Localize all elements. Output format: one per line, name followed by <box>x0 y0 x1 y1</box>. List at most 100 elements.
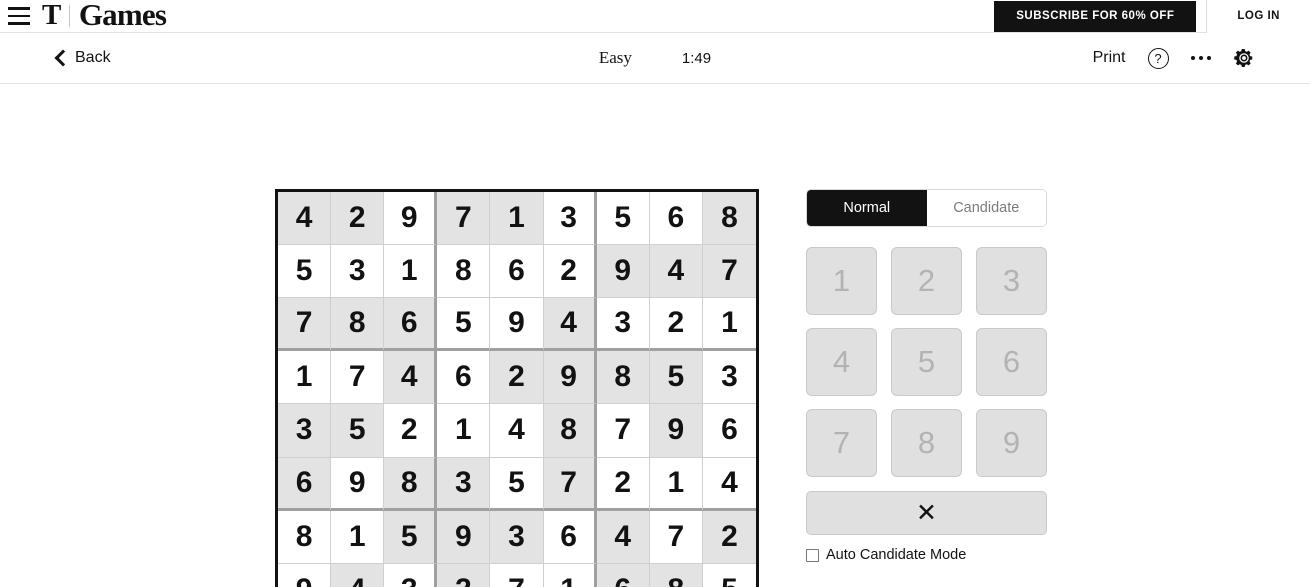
ellipsis-icon[interactable] <box>1190 48 1211 69</box>
sudoku-cell-r3c2[interactable]: 8 <box>331 298 385 352</box>
sudoku-cell-r7c3[interactable]: 5 <box>384 510 438 564</box>
number-button-7[interactable]: 7 <box>806 409 877 477</box>
sudoku-cell-r7c1[interactable]: 8 <box>278 510 332 564</box>
subscribe-button[interactable]: SUBSCRIBE FOR 60% OFF <box>994 0 1197 32</box>
sudoku-cell-r4c9[interactable]: 3 <box>702 351 756 405</box>
sudoku-cell-r3c3[interactable]: 6 <box>384 298 438 352</box>
sudoku-cell-r5c2[interactable]: 5 <box>331 404 385 458</box>
sudoku-cell-r8c3[interactable]: 3 <box>384 563 438 587</box>
hamburger-menu-icon[interactable] <box>2 0 36 33</box>
sudoku-cell-r2c5[interactable]: 6 <box>490 245 544 299</box>
sudoku-cell-r7c5[interactable]: 3 <box>490 510 544 564</box>
number-button-4[interactable]: 4 <box>806 328 877 396</box>
sudoku-cell-r6c8[interactable]: 1 <box>649 457 703 511</box>
sudoku-cell-r1c6[interactable]: 3 <box>543 192 597 246</box>
sudoku-cell-r3c6[interactable]: 4 <box>543 298 597 352</box>
sudoku-cell-r1c3[interactable]: 9 <box>384 192 438 246</box>
sudoku-cell-r3c4[interactable]: 5 <box>437 298 491 352</box>
number-button-9[interactable]: 9 <box>976 409 1047 477</box>
sudoku-cell-r4c2[interactable]: 7 <box>331 351 385 405</box>
sudoku-cell-r5c8[interactable]: 9 <box>649 404 703 458</box>
sudoku-cell-r8c6[interactable]: 1 <box>543 563 597 587</box>
sudoku-cell-r6c6[interactable]: 7 <box>543 457 597 511</box>
sudoku-cell-r6c3[interactable]: 8 <box>384 457 438 511</box>
sudoku-cell-r4c3[interactable]: 4 <box>384 351 438 405</box>
sudoku-cell-r8c7[interactable]: 6 <box>596 563 650 587</box>
sudoku-cell-r7c4[interactable]: 9 <box>437 510 491 564</box>
game-timer[interactable]: 1:49 <box>682 50 711 67</box>
gear-icon[interactable] <box>1233 47 1255 69</box>
sudoku-cell-r2c9[interactable]: 7 <box>702 245 756 299</box>
number-button-3[interactable]: 3 <box>976 247 1047 315</box>
sudoku-cell-r3c1[interactable]: 7 <box>278 298 332 352</box>
number-button-2[interactable]: 2 <box>891 247 962 315</box>
sudoku-cell-r2c4[interactable]: 8 <box>437 245 491 299</box>
sudoku-cell-r7c8[interactable]: 7 <box>649 510 703 564</box>
mode-normal-button[interactable]: Normal <box>807 190 927 226</box>
sudoku-cell-r5c7[interactable]: 7 <box>596 404 650 458</box>
sudoku-cell-r6c2[interactable]: 9 <box>331 457 385 511</box>
game-main: 4297135685318629477865943211746298533521… <box>0 84 1310 587</box>
sudoku-cell-r4c4[interactable]: 6 <box>437 351 491 405</box>
sudoku-cell-r2c8[interactable]: 4 <box>649 245 703 299</box>
sudoku-cell-r5c6[interactable]: 8 <box>543 404 597 458</box>
sudoku-board[interactable]: 4297135685318629477865943211746298533521… <box>275 189 759 587</box>
sudoku-cell-r5c1[interactable]: 3 <box>278 404 332 458</box>
sudoku-cell-r2c3[interactable]: 1 <box>384 245 438 299</box>
sudoku-cell-r6c5[interactable]: 5 <box>490 457 544 511</box>
ellipsis-dot <box>1206 55 1211 61</box>
sudoku-cell-r2c2[interactable]: 3 <box>331 245 385 299</box>
sudoku-cell-r4c7[interactable]: 8 <box>596 351 650 405</box>
login-button[interactable]: LOG IN <box>1206 0 1310 33</box>
sudoku-cell-r8c8[interactable]: 8 <box>649 563 703 587</box>
erase-button[interactable]: ✕ <box>806 491 1047 535</box>
sudoku-cell-r1c1[interactable]: 4 <box>278 192 332 246</box>
auto-candidate-mode-row[interactable]: Auto Candidate Mode <box>806 547 1047 563</box>
sudoku-cell-r7c2[interactable]: 1 <box>331 510 385 564</box>
sudoku-cell-r1c9[interactable]: 8 <box>702 192 756 246</box>
sudoku-cell-r8c2[interactable]: 4 <box>331 563 385 587</box>
sudoku-cell-r4c6[interactable]: 9 <box>543 351 597 405</box>
sudoku-cell-r1c2[interactable]: 2 <box>331 192 385 246</box>
sudoku-cell-r1c7[interactable]: 5 <box>596 192 650 246</box>
sudoku-cell-r6c7[interactable]: 2 <box>596 457 650 511</box>
sudoku-cell-r3c7[interactable]: 3 <box>596 298 650 352</box>
sudoku-cell-r5c9[interactable]: 6 <box>702 404 756 458</box>
sudoku-cell-r6c1[interactable]: 6 <box>278 457 332 511</box>
hamburger-bar <box>8 14 30 18</box>
sudoku-cell-r4c5[interactable]: 2 <box>490 351 544 405</box>
sudoku-cell-r1c4[interactable]: 7 <box>437 192 491 246</box>
sudoku-cell-r2c7[interactable]: 9 <box>596 245 650 299</box>
auto-candidate-checkbox[interactable] <box>806 548 819 562</box>
mode-candidate-button[interactable]: Candidate <box>926 190 1046 226</box>
sudoku-cell-r8c9[interactable]: 5 <box>702 563 756 587</box>
number-button-8[interactable]: 8 <box>891 409 962 477</box>
number-button-1[interactable]: 1 <box>806 247 877 315</box>
sudoku-cell-r5c3[interactable]: 2 <box>384 404 438 458</box>
sudoku-cell-r1c5[interactable]: 1 <box>490 192 544 246</box>
sudoku-cell-r8c5[interactable]: 7 <box>490 563 544 587</box>
sudoku-cell-r7c6[interactable]: 6 <box>543 510 597 564</box>
number-button-5[interactable]: 5 <box>891 328 962 396</box>
sudoku-cell-r4c1[interactable]: 1 <box>278 351 332 405</box>
sudoku-cell-r7c9[interactable]: 2 <box>702 510 756 564</box>
sudoku-cell-r4c8[interactable]: 5 <box>649 351 703 405</box>
back-button[interactable]: Back <box>55 49 111 67</box>
sudoku-cell-r7c7[interactable]: 4 <box>596 510 650 564</box>
sudoku-cell-r8c1[interactable]: 9 <box>278 563 332 587</box>
sudoku-cell-r3c9[interactable]: 1 <box>702 298 756 352</box>
print-button[interactable]: Print <box>1093 49 1126 67</box>
number-button-6[interactable]: 6 <box>976 328 1047 396</box>
sudoku-cell-r6c9[interactable]: 4 <box>702 457 756 511</box>
sudoku-cell-r8c4[interactable]: 2 <box>437 563 491 587</box>
sudoku-cell-r1c8[interactable]: 6 <box>649 192 703 246</box>
sudoku-cell-r5c4[interactable]: 1 <box>437 404 491 458</box>
nyt-games-logo[interactable]: T Games <box>42 0 167 33</box>
sudoku-cell-r2c1[interactable]: 5 <box>278 245 332 299</box>
sudoku-cell-r3c8[interactable]: 2 <box>649 298 703 352</box>
sudoku-cell-r3c5[interactable]: 9 <box>490 298 544 352</box>
sudoku-cell-r5c5[interactable]: 4 <box>490 404 544 458</box>
question-mark-circle-icon[interactable]: ? <box>1147 47 1169 69</box>
sudoku-cell-r6c4[interactable]: 3 <box>437 457 491 511</box>
sudoku-cell-r2c6[interactable]: 2 <box>543 245 597 299</box>
